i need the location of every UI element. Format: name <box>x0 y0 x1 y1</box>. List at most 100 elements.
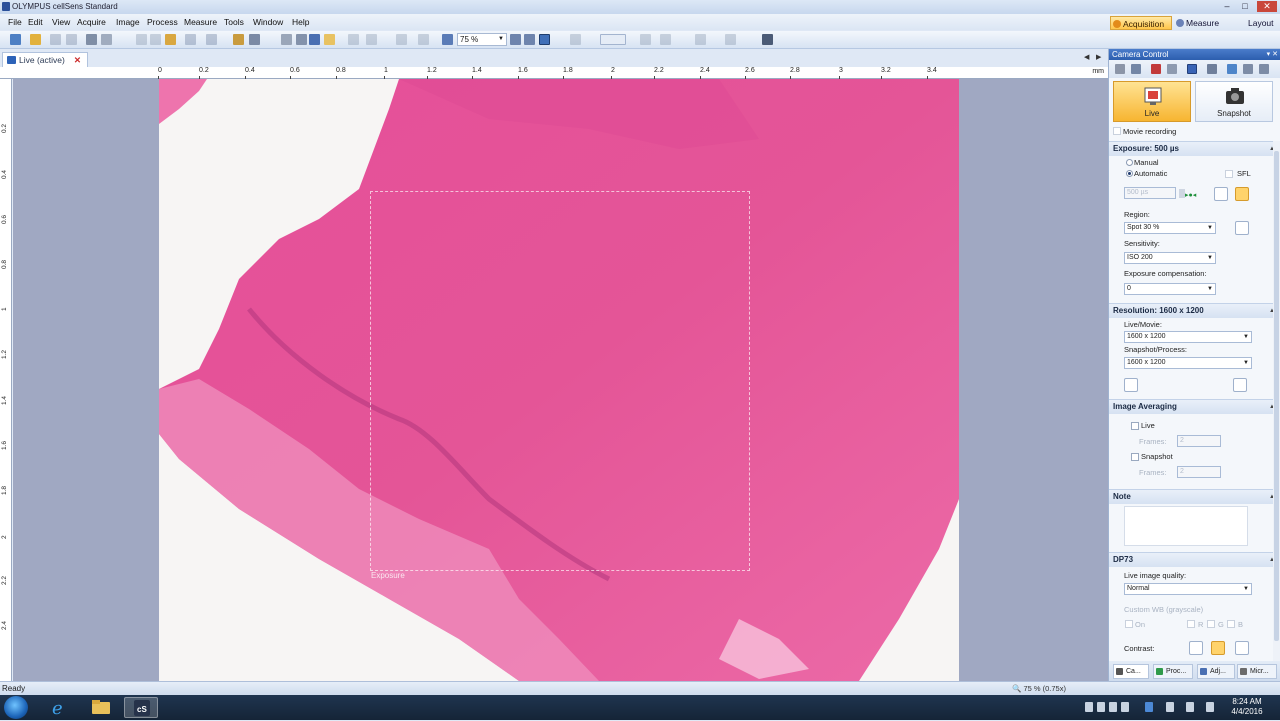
overlay-icon[interactable] <box>660 34 671 45</box>
cellsens-taskbar-icon[interactable]: cS <box>124 697 158 718</box>
contrast-high-button[interactable] <box>1235 641 1249 655</box>
view-layout-icon[interactable] <box>600 34 626 45</box>
tray-flag-icon[interactable] <box>1166 702 1174 712</box>
undo-icon[interactable] <box>185 34 196 45</box>
print-preview-icon[interactable] <box>101 34 112 45</box>
tray-clock[interactable]: 8:24 AM 4/4/2016 <box>1222 697 1272 717</box>
averaging-snapshot-checkbox[interactable] <box>1131 453 1139 461</box>
snapshot-resolution-select[interactable]: 1600 x 1200 ▼ <box>1124 357 1252 369</box>
pan-hand-icon[interactable] <box>281 34 292 45</box>
region-select[interactable]: Spot 30 % ▼ <box>1124 222 1216 234</box>
tab-live-active[interactable]: Live (active) ✕ <box>2 52 88 67</box>
zoom-magnifier-icon[interactable] <box>442 34 453 45</box>
wb-r-checkbox[interactable] <box>1187 620 1195 628</box>
fit-to-window-icon[interactable] <box>539 34 550 45</box>
internet-explorer-icon[interactable]: e <box>42 697 76 719</box>
live-movie-resolution-select[interactable]: 1600 x 1200 ▼ <box>1124 331 1252 343</box>
panel-pin-close-icon[interactable]: ▾ ✕ <box>1267 49 1278 60</box>
sensitivity-select[interactable]: ISO 200 ▼ <box>1124 252 1216 264</box>
sfl-checkbox[interactable] <box>1225 170 1233 178</box>
annotation-icon[interactable] <box>396 34 407 45</box>
tray-arrow-icon[interactable] <box>1085 702 1093 712</box>
record-icon[interactable] <box>1151 64 1161 74</box>
menu-edit[interactable]: Edit <box>28 17 43 27</box>
tab-process[interactable]: Proc... <box>1153 664 1193 679</box>
zoom-level-select[interactable]: 75 % ▼ <box>457 33 507 46</box>
exposure-compensation-select[interactable]: 0 ▼ <box>1124 283 1216 295</box>
camera-settings-icon[interactable] <box>1115 64 1125 74</box>
exposure-section-header[interactable]: Exposure: 500 µs ▲ <box>1109 141 1280 156</box>
tab-scroll-right-icon[interactable]: ▶ <box>1096 53 1101 61</box>
process-icon[interactable] <box>1227 64 1237 74</box>
image-view-icon[interactable] <box>1187 64 1197 74</box>
exposure-time-field[interactable]: 500 µs <box>1124 187 1176 199</box>
open-folder-icon[interactable] <box>30 34 41 45</box>
image-averaging-section-header[interactable]: Image Averaging ▲ <box>1109 399 1280 414</box>
menu-acquire[interactable]: Acquire <box>77 17 106 27</box>
menu-help[interactable]: Help <box>292 17 309 27</box>
crop-button[interactable] <box>1124 378 1138 392</box>
save-icon[interactable] <box>50 34 61 45</box>
menu-file[interactable]: File <box>8 17 22 27</box>
lock-exposure-button[interactable] <box>1235 187 1249 201</box>
wb-b-checkbox[interactable] <box>1227 620 1235 628</box>
image-canvas[interactable]: Exposure <box>13 79 1108 681</box>
cut-icon[interactable] <box>136 34 147 45</box>
dp73-section-header[interactable]: DP73 ▲ <box>1109 552 1280 567</box>
contrast-normal-button[interactable] <box>1211 641 1225 655</box>
roi-tool-icon[interactable] <box>324 34 335 45</box>
exposure-arrows-icon[interactable]: ▸●◂ <box>1185 191 1196 199</box>
auto-exposure-button[interactable] <box>1214 187 1228 201</box>
maximize-button[interactable]: □ <box>1237 1 1253 12</box>
close-tab-icon[interactable]: ✕ <box>74 53 81 67</box>
live-image-quality-select[interactable]: Normal ▼ <box>1124 583 1252 595</box>
pen-icon[interactable] <box>1131 64 1141 74</box>
file-explorer-icon[interactable] <box>84 697 118 718</box>
fullscreen-icon[interactable] <box>762 34 773 45</box>
zoom-tool-icon[interactable] <box>309 34 320 45</box>
measure-tool-icon[interactable] <box>366 34 377 45</box>
tray-stop-icon[interactable] <box>1121 702 1129 712</box>
resolution-info-button[interactable] <box>1233 378 1247 392</box>
tray-volume-icon[interactable] <box>1206 702 1214 712</box>
print-icon[interactable] <box>86 34 97 45</box>
tab-camera[interactable]: Ca... <box>1113 664 1149 679</box>
menu-tools[interactable]: Tools <box>224 17 244 27</box>
zoom-in-icon[interactable] <box>510 34 521 45</box>
tab-microscope[interactable]: Micr... <box>1237 664 1277 679</box>
tray-media-icon[interactable] <box>1097 702 1105 712</box>
tab-adjust[interactable]: Adj... <box>1197 664 1235 679</box>
exposure-roi-frame[interactable] <box>370 191 750 571</box>
select-icon[interactable] <box>233 34 244 45</box>
minimize-button[interactable]: – <box>1219 1 1235 12</box>
automatic-radio[interactable] <box>1126 170 1133 177</box>
tray-bluetooth-icon[interactable] <box>1145 702 1153 712</box>
menu-window[interactable]: Window <box>253 17 283 27</box>
draw-tool-icon[interactable] <box>348 34 359 45</box>
save-all-icon[interactable] <box>66 34 77 45</box>
measure-mode-button[interactable]: Measure <box>1174 16 1226 30</box>
acquisition-mode-button[interactable]: Acquisition <box>1110 16 1172 30</box>
region-select-button[interactable] <box>1235 221 1249 235</box>
export-icon[interactable] <box>1259 64 1269 74</box>
menu-image[interactable]: Image <box>116 17 140 27</box>
arrow-tool-icon[interactable] <box>418 34 429 45</box>
note-section-header[interactable]: Note ▲ <box>1109 489 1280 504</box>
histogram-icon[interactable] <box>725 34 736 45</box>
tray-pause-icon[interactable] <box>1109 702 1117 712</box>
panel-scrollbar[interactable] <box>1273 141 1280 661</box>
wb-g-checkbox[interactable] <box>1207 620 1215 628</box>
layout-mode-button[interactable]: Layout <box>1230 16 1278 30</box>
menu-view[interactable]: View <box>52 17 70 27</box>
contrast-low-button[interactable] <box>1189 641 1203 655</box>
zoom-out-icon[interactable] <box>524 34 535 45</box>
split-view-icon[interactable] <box>570 34 581 45</box>
panel-scrollbar-thumb[interactable] <box>1274 151 1279 641</box>
menu-process[interactable]: Process <box>147 17 178 27</box>
live-button[interactable]: Live <box>1113 81 1191 122</box>
new-document-icon[interactable] <box>10 34 21 45</box>
snapshot-frames-field[interactable]: 2 <box>1177 466 1221 478</box>
movie-recording-checkbox[interactable] <box>1113 127 1121 135</box>
help-pointer-icon[interactable] <box>249 34 260 45</box>
note-text-area[interactable] <box>1124 506 1248 546</box>
